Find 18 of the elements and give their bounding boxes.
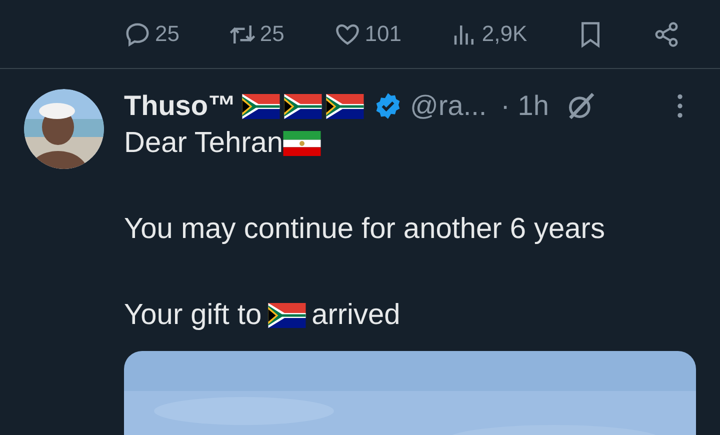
comment-icon: [124, 20, 151, 48]
reply-button[interactable]: 25: [124, 20, 180, 48]
flag-icon: [268, 303, 306, 328]
flag-icon: [242, 94, 280, 118]
like-button[interactable]: 101: [334, 20, 402, 48]
post-time[interactable]: · 1h: [500, 90, 549, 122]
author-name[interactable]: Thuso™: [124, 90, 236, 122]
views-button[interactable]: 2,9K: [450, 20, 528, 48]
flag-icon: [283, 131, 322, 156]
flag-icon: [326, 94, 364, 118]
post-text: Dear Tehran: [124, 127, 284, 160]
share-button[interactable]: [652, 20, 680, 48]
author-handle[interactable]: @ra...: [410, 90, 487, 122]
repost-button[interactable]: 25: [228, 20, 284, 48]
post-text: Your gift to: [124, 299, 262, 332]
post-text: You may continue for another 6 years: [124, 213, 605, 246]
post-text: arrived: [312, 299, 400, 332]
flag-icon: [284, 94, 322, 118]
